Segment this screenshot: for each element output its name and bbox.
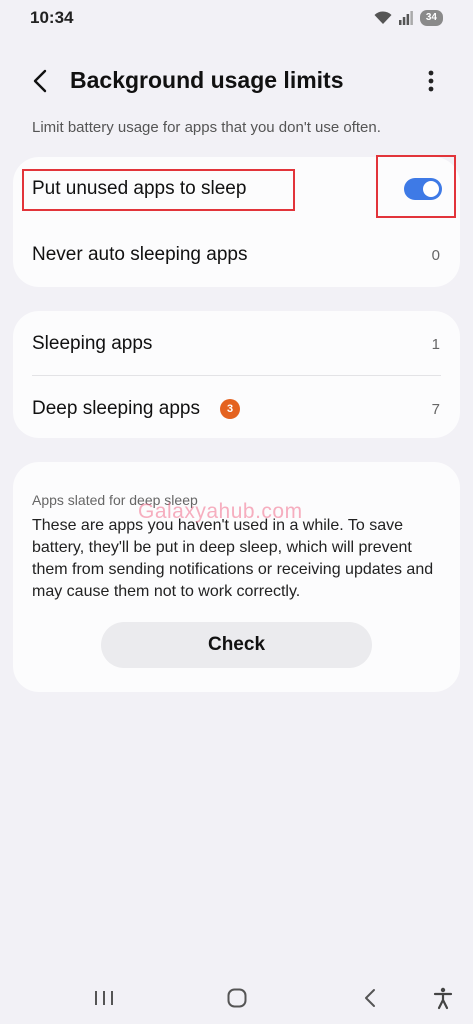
highlight-box-toggle [376, 155, 456, 218]
deep-sleeping-apps-row[interactable]: Deep sleeping apps 3 7 [13, 377, 460, 441]
accessibility-icon[interactable] [431, 986, 455, 1010]
recents-icon[interactable] [92, 986, 116, 1010]
watermark: Galaxyahub.com [138, 500, 303, 523]
status-time: 10:34 [30, 8, 74, 27]
divider [32, 375, 441, 376]
never-auto-sleeping-apps-label: Never auto sleeping apps [32, 244, 248, 265]
navigation-bar [0, 978, 473, 1024]
highlight-box-label [22, 169, 295, 211]
deep-sleep-card: Apps slated for deep sleep These are app… [13, 462, 460, 692]
deep-sleeping-apps-label: Deep sleeping apps [32, 398, 200, 419]
deep-sleep-description: These are apps you haven't used in a whi… [32, 517, 434, 600]
battery-icon: 34 [419, 10, 443, 26]
deep-sleeping-apps-badge: 3 [220, 399, 240, 419]
back-icon[interactable] [358, 986, 382, 1010]
sleeping-apps-row[interactable]: Sleeping apps 1 [13, 312, 460, 376]
page-subtitle: Limit battery usage for apps that you do… [32, 119, 381, 136]
more-vertical-icon[interactable] [420, 68, 442, 94]
status-icons: 34 [374, 10, 443, 26]
never-auto-sleeping-apps-count: 0 [431, 246, 440, 264]
sleep-lists-card: Sleeping apps 1 Deep sleeping apps 3 7 [13, 311, 460, 438]
check-button[interactable]: Check [101, 622, 372, 668]
chevron-left-icon[interactable] [28, 68, 54, 94]
page-title: Background usage limits [70, 67, 344, 93]
app-bar: Background usage limits [0, 56, 473, 106]
status-bar: 10:34 34 [0, 0, 473, 36]
sleeping-apps-label: Sleeping apps [32, 333, 153, 354]
sleeping-apps-count: 1 [431, 335, 440, 353]
home-icon[interactable] [225, 986, 249, 1010]
signal-icon [398, 11, 413, 25]
deep-sleeping-apps-count: 7 [431, 400, 440, 418]
wifi-icon [374, 11, 392, 24]
never-auto-sleeping-apps-row[interactable]: Never auto sleeping apps 0 [13, 223, 460, 287]
